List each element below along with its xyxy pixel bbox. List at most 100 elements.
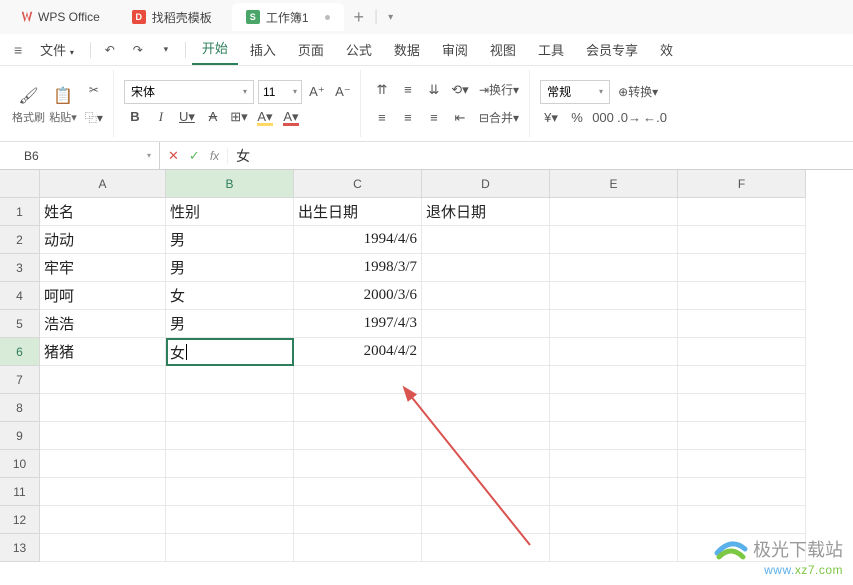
cell[interactable]: 退休日期 bbox=[422, 198, 550, 226]
cell[interactable] bbox=[550, 534, 678, 562]
tab-workbook[interactable]: S 工作簿1 bbox=[232, 3, 344, 31]
cell[interactable] bbox=[40, 478, 166, 506]
cell[interactable]: 男 bbox=[166, 254, 294, 282]
quick-caret-icon[interactable]: ▾ bbox=[153, 37, 179, 63]
align-top-icon[interactable]: ⇈ bbox=[371, 79, 393, 101]
cell[interactable] bbox=[294, 450, 422, 478]
cell[interactable] bbox=[678, 506, 806, 534]
row-header[interactable]: 11 bbox=[0, 478, 40, 506]
align-middle-icon[interactable]: ≡ bbox=[397, 79, 419, 101]
row-header[interactable]: 2 bbox=[0, 226, 40, 254]
fx-icon[interactable]: fx bbox=[210, 149, 219, 163]
cell[interactable] bbox=[678, 478, 806, 506]
row-header[interactable]: 4 bbox=[0, 282, 40, 310]
currency-icon[interactable]: ¥▾ bbox=[540, 107, 562, 129]
cell[interactable] bbox=[166, 506, 294, 534]
cell[interactable] bbox=[678, 254, 806, 282]
row-header[interactable]: 7 bbox=[0, 366, 40, 394]
cell[interactable] bbox=[40, 366, 166, 394]
copy-icon[interactable]: ⿻▾ bbox=[81, 105, 107, 131]
row-header[interactable]: 9 bbox=[0, 422, 40, 450]
undo-icon[interactable]: ↶ bbox=[97, 37, 123, 63]
cell[interactable] bbox=[294, 534, 422, 562]
menu-effect[interactable]: 效 bbox=[650, 36, 683, 63]
cell[interactable]: 女 bbox=[166, 338, 294, 366]
increase-decimal-icon[interactable]: .0→ bbox=[618, 107, 640, 129]
column-header[interactable]: D bbox=[422, 170, 550, 198]
tab-templates[interactable]: D 找稻壳模板 bbox=[118, 3, 226, 31]
cell[interactable]: 性别 bbox=[166, 198, 294, 226]
cell[interactable]: 呵呵 bbox=[40, 282, 166, 310]
menu-member[interactable]: 会员专享 bbox=[576, 36, 648, 63]
cell[interactable] bbox=[422, 310, 550, 338]
indent-icon[interactable]: ⇤ bbox=[449, 107, 471, 129]
cell[interactable]: 姓名 bbox=[40, 198, 166, 226]
align-center-icon[interactable]: ≡ bbox=[397, 107, 419, 129]
cell[interactable] bbox=[550, 282, 678, 310]
add-tab-button[interactable]: + bbox=[354, 7, 365, 28]
cell[interactable] bbox=[422, 282, 550, 310]
cell[interactable] bbox=[422, 226, 550, 254]
cell[interactable]: 1994/4/6 bbox=[294, 226, 422, 254]
cell[interactable] bbox=[40, 394, 166, 422]
cell[interactable] bbox=[40, 506, 166, 534]
cell[interactable] bbox=[550, 478, 678, 506]
cell[interactable] bbox=[678, 394, 806, 422]
redo-icon[interactable]: ↷ bbox=[125, 37, 151, 63]
cell[interactable] bbox=[550, 422, 678, 450]
font-name-select[interactable]: 宋体 ▾ bbox=[124, 80, 254, 104]
cell[interactable] bbox=[550, 506, 678, 534]
cell[interactable]: 1997/4/3 bbox=[294, 310, 422, 338]
font-size-select[interactable]: 11 ▾ bbox=[258, 80, 302, 104]
cell[interactable] bbox=[678, 226, 806, 254]
column-header[interactable]: A bbox=[40, 170, 166, 198]
cell[interactable] bbox=[166, 450, 294, 478]
format-painter-icon[interactable]: 🖌 bbox=[14, 83, 42, 109]
menu-page[interactable]: 页面 bbox=[288, 36, 334, 63]
cell[interactable] bbox=[550, 394, 678, 422]
row-header[interactable]: 1 bbox=[0, 198, 40, 226]
cell[interactable] bbox=[550, 338, 678, 366]
cell[interactable] bbox=[422, 506, 550, 534]
menu-tools[interactable]: 工具 bbox=[528, 36, 574, 63]
row-header[interactable]: 13 bbox=[0, 534, 40, 562]
column-header[interactable]: E bbox=[550, 170, 678, 198]
menu-file[interactable]: 文件 ▾ bbox=[30, 36, 84, 63]
increase-font-icon[interactable]: A⁺ bbox=[306, 81, 328, 103]
menu-view[interactable]: 视图 bbox=[480, 36, 526, 63]
row-header[interactable]: 3 bbox=[0, 254, 40, 282]
row-header[interactable]: 8 bbox=[0, 394, 40, 422]
cell[interactable] bbox=[40, 534, 166, 562]
cell[interactable] bbox=[166, 422, 294, 450]
cell[interactable] bbox=[550, 310, 678, 338]
cell[interactable]: 牢牢 bbox=[40, 254, 166, 282]
cell[interactable] bbox=[294, 394, 422, 422]
cell[interactable] bbox=[422, 534, 550, 562]
underline-button[interactable]: U▾ bbox=[176, 106, 198, 128]
cell[interactable]: 1998/3/7 bbox=[294, 254, 422, 282]
paste-icon[interactable]: 📋 bbox=[49, 83, 77, 109]
bold-button[interactable]: B bbox=[124, 106, 146, 128]
font-color-icon[interactable]: A▾ bbox=[280, 106, 302, 128]
row-header[interactable]: 12 bbox=[0, 506, 40, 534]
cell[interactable] bbox=[422, 478, 550, 506]
cell[interactable] bbox=[166, 534, 294, 562]
align-bottom-icon[interactable]: ⇊ bbox=[423, 79, 445, 101]
cell[interactable]: 2000/3/6 bbox=[294, 282, 422, 310]
comma-icon[interactable]: 000 bbox=[592, 107, 614, 129]
select-all-corner[interactable] bbox=[0, 170, 40, 198]
cell[interactable] bbox=[166, 366, 294, 394]
cell[interactable]: 动动 bbox=[40, 226, 166, 254]
orientation-icon[interactable]: ⟲▾ bbox=[449, 79, 471, 101]
cell[interactable]: 2004/4/2 bbox=[294, 338, 422, 366]
cell[interactable] bbox=[294, 478, 422, 506]
cell[interactable] bbox=[550, 198, 678, 226]
cell[interactable] bbox=[422, 422, 550, 450]
cell[interactable]: 浩浩 bbox=[40, 310, 166, 338]
percent-icon[interactable]: % bbox=[566, 107, 588, 129]
cell[interactable]: 猪猪 bbox=[40, 338, 166, 366]
strikethrough-button[interactable]: A bbox=[202, 106, 224, 128]
cell[interactable] bbox=[550, 450, 678, 478]
wrap-text-button[interactable]: ⇥ 换行▾ bbox=[475, 77, 523, 103]
convert-button[interactable]: ⊕ 转换▾ bbox=[614, 79, 662, 105]
